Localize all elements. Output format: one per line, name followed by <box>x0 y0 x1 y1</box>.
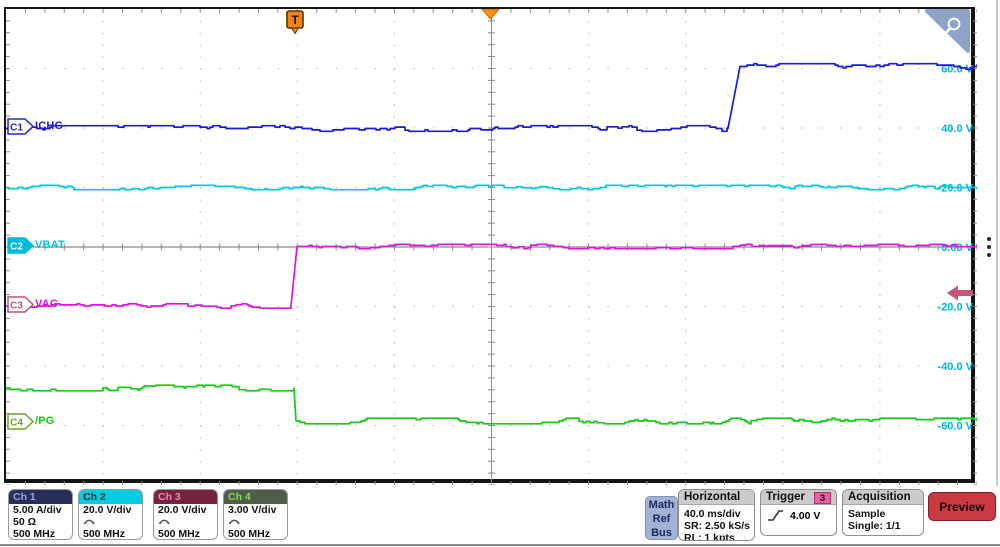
channel-bandwidth: 500 MHz <box>79 528 142 540</box>
channel-tag-icon: C1 <box>7 118 34 135</box>
channel-termination: 50 Ω <box>9 516 72 528</box>
acquisition-mode: Sample <box>843 505 923 520</box>
graticule-grid <box>6 9 977 485</box>
channel-ref-badge-c2[interactable]: C2 VBAT <box>7 237 65 254</box>
channel-scale: 5.00 A/div <box>9 504 72 516</box>
channel-badge-title: Ch 1 <box>9 490 72 504</box>
settings-bar: Ch 15.00 A/div50 Ω500 MHzCh 220.0 V/div5… <box>0 487 1000 543</box>
bottom-divider <box>0 544 1000 546</box>
channel-tag-icon: C3 <box>7 296 34 313</box>
zoom-corner-icon[interactable] <box>927 11 968 51</box>
scale-label: -40.0 V <box>938 361 974 373</box>
probe-icon <box>158 516 170 525</box>
channel-bandwidth: 500 MHz <box>224 528 287 540</box>
trace-label-c2: VBAT <box>35 239 65 251</box>
channel-ref-badge-c3[interactable]: C3 VAC <box>7 296 58 313</box>
channel-badge-ch1[interactable]: Ch 15.00 A/div50 Ω500 MHz <box>8 489 73 540</box>
horizontal-scale: 40.0 ms/div <box>679 505 754 520</box>
scale-label: 0.00 V <box>941 242 973 254</box>
graticule-svg: 60.0 V40.0 V20.0 V0.00 V-20.0 V-40.0 V-6… <box>6 9 977 485</box>
scale-label: -60.0 V <box>938 421 974 433</box>
right-edge-divider <box>996 0 998 486</box>
record-length: RL: 1 kpts <box>679 532 754 541</box>
svg-text:C3: C3 <box>10 300 23 311</box>
ref-label: Ref <box>646 512 677 526</box>
trigger-title: Trigger <box>766 491 805 503</box>
sample-rate: SR: 2.50 kS/s <box>679 520 754 532</box>
channel-badge-title: Ch 3 <box>154 490 217 504</box>
svg-text:C2: C2 <box>10 241 23 252</box>
vertical-scale-labels: 60.0 V40.0 V20.0 V0.00 V-20.0 V-40.0 V-6… <box>938 64 974 433</box>
channel-badge-title: Ch 4 <box>224 490 287 504</box>
channel-probe-row <box>224 516 287 528</box>
channel-scale: 3.00 V/div <box>224 504 287 516</box>
scale-label: 40.0 V <box>941 123 973 135</box>
trigger-source-badge: 3 <box>814 492 831 504</box>
preview-button[interactable]: Preview <box>928 492 996 521</box>
math-label: Math <box>646 498 677 512</box>
probe-icon <box>83 516 95 525</box>
trace-label-c4: /PG <box>35 415 55 427</box>
channel-badge-ch4[interactable]: Ch 43.00 V/div 500 MHz <box>223 489 288 540</box>
channel-probe-row <box>154 516 217 528</box>
channel-tag-icon: C2 <box>7 237 34 254</box>
channel-bandwidth: 500 MHz <box>154 528 217 540</box>
acquisition-count: Single: 1/1 <box>843 520 923 532</box>
oscilloscope-app: 60.0 V40.0 V20.0 V0.00 V-20.0 V-40.0 V-6… <box>0 0 1000 547</box>
channel-scale: 20.0 V/div <box>79 504 142 516</box>
channel-scale: 20.0 V/div <box>154 504 217 516</box>
rising-edge-icon <box>767 509 784 522</box>
channel-badge-ch2[interactable]: Ch 220.0 V/div 500 MHz <box>78 489 143 540</box>
channel-badge-title: Ch 2 <box>79 490 142 504</box>
trigger-badge[interactable]: Trigger 3 4.00 V <box>760 489 837 536</box>
waveform-display[interactable]: 60.0 V40.0 V20.0 V0.00 V-20.0 V-40.0 V-6… <box>4 7 975 483</box>
trace-label-c1: ICHG <box>35 120 63 132</box>
trigger-t-label: T <box>291 13 299 27</box>
channel-tag-icon: C4 <box>7 413 34 430</box>
expansion-point-icon[interactable] <box>482 9 499 19</box>
channel-probe-row <box>79 516 142 528</box>
svg-text:C4: C4 <box>10 417 23 428</box>
scale-label: 20.0 V <box>941 183 973 195</box>
acquisition-title: Acquisition <box>843 490 923 505</box>
horizontal-badge[interactable]: Horizontal 40.0 ms/div SR: 2.50 kS/s RL:… <box>678 489 755 541</box>
channel-ref-badge-c4[interactable]: C4/PG <box>7 413 55 430</box>
more-options-handle-icon[interactable] <box>984 237 994 263</box>
bus-label: Bus <box>646 526 677 540</box>
channel-bandwidth: 500 MHz <box>9 528 72 540</box>
probe-icon <box>228 516 240 525</box>
math-ref-bus-button[interactable]: Math Ref Bus <box>645 496 678 540</box>
horizontal-title: Horizontal <box>679 490 754 505</box>
svg-text:C1: C1 <box>10 122 23 133</box>
trace-label-c3: VAC <box>35 298 58 310</box>
trigger-level-value: 4.00 V <box>790 510 820 522</box>
trigger-position-marker[interactable]: T <box>287 11 303 34</box>
trigger-level-arrow[interactable] <box>947 286 973 301</box>
acquisition-badge[interactable]: Acquisition Sample Single: 1/1 <box>842 489 924 536</box>
scale-label: -20.0 V <box>938 302 974 314</box>
channel-ref-badge-c1[interactable]: C1 ICHG <box>7 118 63 135</box>
channel-badge-ch3[interactable]: Ch 320.0 V/div 500 MHz <box>153 489 218 540</box>
